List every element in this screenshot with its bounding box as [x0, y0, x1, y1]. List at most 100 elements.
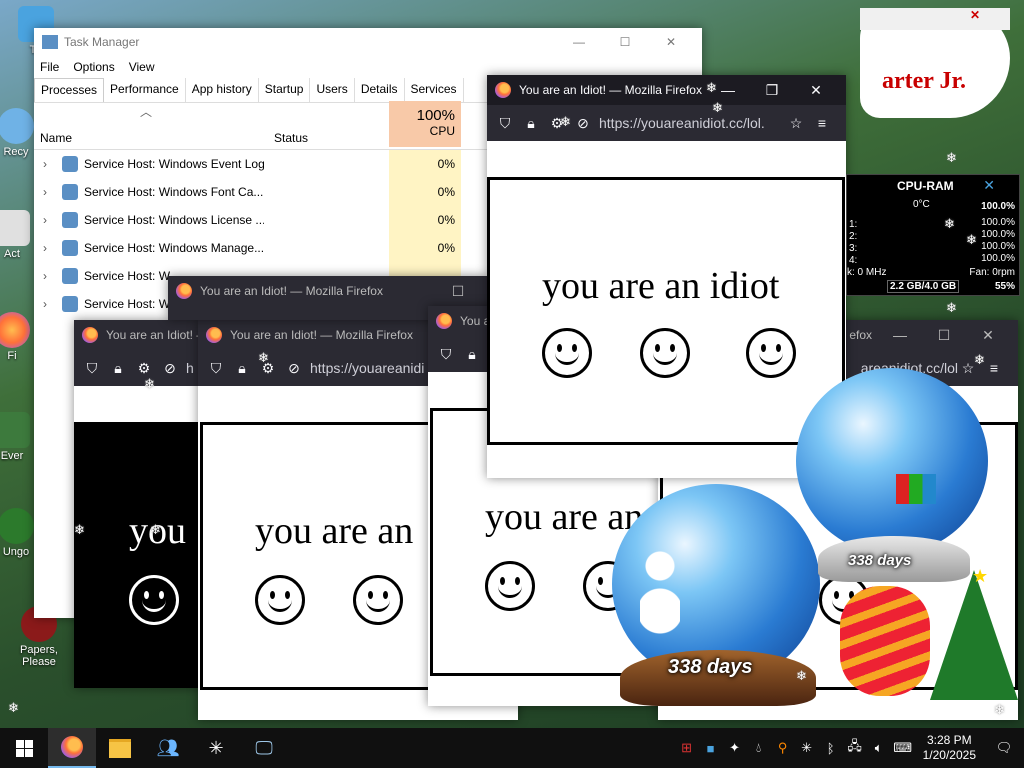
lock-icon[interactable]: 🔒︎ [232, 358, 252, 378]
core-label: 2: [849, 231, 858, 242]
tab-users[interactable]: Users [310, 78, 355, 102]
chevron-right-icon[interactable]: › [34, 157, 56, 171]
core-value: 100.0% [981, 253, 1015, 264]
tab-performance[interactable]: Performance [104, 78, 186, 102]
firefox-icon [436, 313, 452, 329]
maximize-button[interactable]: ☐ [436, 283, 480, 300]
chevron-right-icon[interactable]: › [34, 213, 56, 227]
menu-icon[interactable]: ≡ [984, 358, 1004, 378]
gadget-total: 100.0% [981, 201, 1015, 212]
snowflake-tray-icon[interactable]: ✳ [795, 740, 819, 756]
smiley-icon [485, 561, 535, 611]
shield-icon[interactable]: ⛉ [82, 358, 102, 378]
tab-details[interactable]: Details [355, 78, 405, 102]
christmas-tree-icon[interactable] [930, 570, 1018, 700]
smiley-icon [542, 328, 592, 378]
lock-icon[interactable]: 🔒︎ [462, 344, 482, 364]
window-title: You are an Idiot! — Mozilla Firefox [200, 284, 383, 298]
taskbar-app[interactable]: ✳ [192, 728, 240, 768]
sort-arrow-icon[interactable]: ︿ [140, 103, 152, 120]
search-icon[interactable]: ⚲ [771, 740, 795, 756]
close-button[interactable]: ✕ [794, 82, 838, 99]
tray-app-icon[interactable]: ⊞ [675, 740, 699, 756]
chevron-right-icon[interactable]: › [34, 185, 56, 199]
volume-icon[interactable]: 🔈︎ [867, 740, 891, 756]
bluetooth-icon[interactable]: ᛒ [819, 741, 843, 756]
start-button[interactable] [0, 728, 48, 768]
task-manager-titlebar[interactable]: Task Manager — ☐ ✕ [34, 28, 702, 56]
firefox-titlebar[interactable]: You are an Idiot! — Mozilla Firefox ☐ [168, 276, 488, 306]
snowflake-icon: ❄ [974, 352, 985, 367]
tray-app-icon[interactable]: ✦ [723, 740, 747, 756]
droplet-icon[interactable]: 💧︎ [747, 740, 771, 756]
firefox-titlebar[interactable]: You are an Idiot! — Mozilla Firefox [74, 320, 214, 350]
smiley-icon [640, 328, 690, 378]
column-status[interactable]: Status [274, 131, 308, 145]
snowflake-icon: ❄ [994, 702, 1005, 717]
notification-icon[interactable]: 🗨︎ [984, 740, 1024, 756]
minimize-button[interactable]: — [556, 35, 602, 49]
shield-icon[interactable]: ⛉ [495, 113, 515, 133]
taskbar-file-explorer[interactable] [96, 728, 144, 768]
chevron-right-icon[interactable]: › [34, 297, 56, 311]
tab-processes[interactable]: Processes [34, 78, 105, 102]
taskbar-app[interactable]: 👥︎ [144, 728, 192, 768]
close-icon[interactable]: ✕ [983, 177, 995, 194]
idiot-box: you [74, 422, 214, 688]
url-bar[interactable]: https://youareanidiot.cc/lol. [599, 115, 786, 131]
column-name[interactable]: Name [40, 131, 72, 145]
firefox-icon [0, 312, 30, 348]
tab-startup[interactable]: Startup [259, 78, 311, 102]
firefox-icon [82, 327, 98, 343]
permissions-icon[interactable]: ⚙ [134, 358, 154, 378]
close-icon[interactable]: ✕ [970, 8, 980, 22]
restore-button[interactable]: ❐ [750, 82, 794, 99]
chevron-right-icon[interactable]: › [34, 241, 56, 255]
ime-icon[interactable]: ⌨ [891, 740, 915, 756]
tab-app-history[interactable]: App history [186, 78, 259, 102]
snowflake-icon: ❄ [150, 522, 161, 537]
firefox-window-active[interactable]: You are an Idiot! — Mozilla Firefox — ❐ … [487, 75, 846, 478]
firefox-icon [206, 327, 222, 343]
taskbar-firefox[interactable] [48, 728, 96, 768]
desktop-icon-label: Papers, Please [20, 644, 58, 668]
gear-icon [62, 156, 78, 172]
navigation-toolbar: ⛉ 🔒︎ ⚙ ⊘ https://youareanidiot.cc/lol. ☆… [487, 105, 846, 141]
cpu-ram-gadget[interactable]: CPU-RAM ✕ 0°C 100.0% 1: 100.0% 2: 100.0%… [846, 174, 1020, 296]
lock-icon[interactable]: 🔒︎ [108, 358, 128, 378]
snowflake-icon: ❄ [560, 114, 571, 129]
star-icon[interactable]: ☆ [786, 113, 806, 133]
tray-app-icon[interactable]: ■ [699, 741, 723, 756]
window-title: You are an Idiot! — Mozilla Firefox [106, 328, 206, 342]
menu-options[interactable]: Options [73, 60, 114, 74]
autoplay-blocked-icon[interactable]: ⊘ [284, 358, 304, 378]
recycle-bin-icon [0, 108, 34, 144]
clock[interactable]: 3:28 PM 1/20/2025 [923, 733, 976, 763]
gear-icon [62, 296, 78, 312]
chevron-right-icon[interactable]: › [34, 269, 56, 283]
close-button[interactable]: ✕ [648, 35, 694, 49]
lock-icon[interactable]: 🔒︎ [521, 113, 541, 133]
network-icon[interactable]: 🖧︎ [843, 737, 867, 759]
close-button[interactable]: ✕ [966, 327, 1010, 344]
process-cpu: 0% [389, 178, 461, 206]
snowman-icon [640, 548, 680, 638]
page-text: you are an [255, 510, 414, 552]
autoplay-blocked-icon[interactable]: ⊘ [160, 358, 180, 378]
maximize-button[interactable]: ☐ [922, 327, 966, 344]
menu-icon[interactable]: ≡ [812, 113, 832, 133]
shield-icon[interactable]: ⛉ [436, 344, 456, 364]
minimize-button[interactable]: — [878, 327, 922, 343]
column-cpu[interactable]: 100% CPU [389, 101, 461, 147]
users-icon: 👥︎ [156, 737, 180, 758]
shield-icon[interactable]: ⛉ [206, 358, 226, 378]
menu-file[interactable]: File [40, 60, 59, 74]
autoplay-blocked-icon[interactable]: ⊘ [573, 113, 593, 133]
banner-window: ✕ arter Jr. [860, 8, 1010, 118]
firefox-titlebar[interactable]: You are an Idiot! — Mozilla Firefox — ❐ … [487, 75, 846, 105]
menu-view[interactable]: View [129, 60, 155, 74]
taskbar-app[interactable]: 🖵︎ [240, 728, 288, 768]
task-manager-icon [42, 35, 58, 49]
tab-services[interactable]: Services [405, 78, 464, 102]
maximize-button[interactable]: ☐ [602, 35, 648, 49]
